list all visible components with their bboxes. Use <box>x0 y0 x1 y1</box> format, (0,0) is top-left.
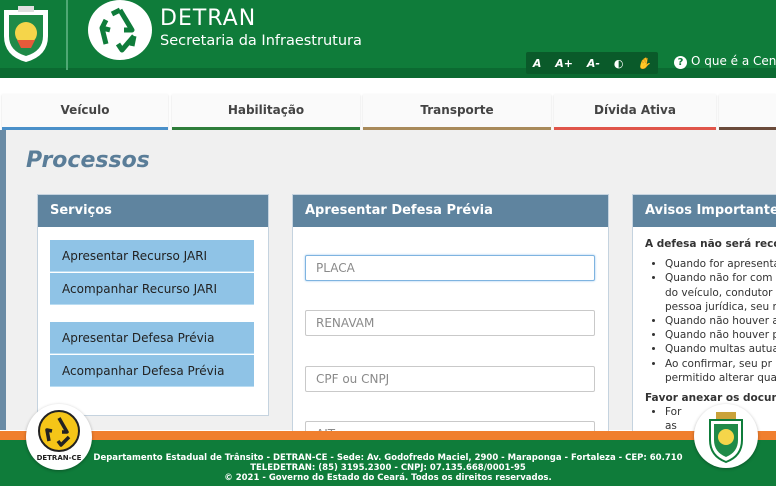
avisos-title: Avisos Importantes <box>633 195 776 227</box>
tab-label: Habilitação <box>227 103 305 117</box>
footer-logo-label: DETRAN-CE <box>37 454 82 462</box>
help-link-label: O que é a Centr <box>691 54 776 68</box>
servicos-title: Serviços <box>38 195 268 227</box>
main-content: Processos Serviços Apresentar Recurso JA… <box>0 130 776 447</box>
question-circle-icon: ? <box>674 56 687 69</box>
font-increase-icon[interactable]: A+ <box>555 57 573 70</box>
placa-input[interactable] <box>305 255 595 281</box>
renavam-input[interactable] <box>305 310 595 336</box>
avisos-list: Quando for apresenta Quando não for com … <box>645 257 776 385</box>
avisos-item: Ao confirmar, seu pr <box>665 357 776 371</box>
footer-accent-stripe <box>0 431 776 440</box>
avisos-item-cont: permitido alterar qual <box>665 371 776 384</box>
contrast-icon[interactable]: ◐ <box>614 57 624 70</box>
recycle-arrows-icon <box>99 7 137 53</box>
avisos-item: Quando não for com <box>665 271 776 285</box>
site-header: DETRAN Secretaria da Infraestrutura A A+… <box>0 0 776 78</box>
apresentar-recurso-jari-button[interactable]: Apresentar Recurso JARI <box>50 240 254 272</box>
avisos-item-cont: do veículo, condutor <box>665 286 773 299</box>
footer-contact: TELEDETRAN: (85) 3195.2300 - CNPJ: 07.13… <box>250 463 526 473</box>
tab-more[interactable] <box>719 94 776 130</box>
accessibility-toolbar: A A+ A- ◐ ✋ <box>526 52 658 74</box>
cpf-cnpj-input[interactable] <box>305 366 595 392</box>
avisos-item: Quando for apresenta <box>665 257 776 271</box>
avisos-item-cont: pessoa jurídica, seu re <box>665 300 776 313</box>
tab-habilitacao[interactable]: Habilitação <box>172 94 360 130</box>
tab-divida-ativa[interactable]: Dívida Ativa <box>554 94 716 130</box>
defesa-previa-title: Apresentar Defesa Prévia <box>293 195 608 227</box>
tab-label: Veículo <box>60 103 110 117</box>
font-decrease-icon[interactable]: A- <box>587 57 600 70</box>
acompanhar-recurso-jari-button[interactable]: Acompanhar Recurso JARI <box>50 273 254 305</box>
avisos-item: Quando multas autua <box>665 342 776 356</box>
brand-subtitle: Secretaria da Infraestrutura <box>160 33 362 49</box>
ceara-crest-icon <box>0 2 52 64</box>
content-left-border <box>0 130 6 430</box>
acompanhar-defesa-previa-button[interactable]: Acompanhar Defesa Prévia <box>50 355 254 387</box>
page-title: Processos <box>26 148 150 173</box>
sign-language-icon[interactable]: ✋ <box>637 57 651 70</box>
defesa-previa-form: Apresentar Defesa Prévia <box>292 194 609 447</box>
header-shade <box>0 68 776 78</box>
brand-title: DETRAN <box>160 6 257 31</box>
tab-veiculo[interactable]: Veículo <box>2 94 168 130</box>
detran-ce-footer-logo[interactable]: DETRAN-CE <box>26 404 92 470</box>
ceara-footer-crest[interactable] <box>694 404 758 468</box>
header-divider <box>66 0 68 70</box>
tab-label: Transporte <box>420 103 494 117</box>
servicos-panel: Serviços Apresentar Recurso JARI Acompan… <box>37 194 269 416</box>
avisos-panel: Avisos Importantes A defesa não será rec… <box>632 194 776 436</box>
tab-label: Dívida Ativa <box>594 103 676 117</box>
avisos-item: Quando não houver p <box>665 328 776 342</box>
help-link[interactable]: ? O que é a Centr <box>674 54 776 69</box>
site-footer: Departamento Estadual de Trânsito - DETR… <box>0 440 776 486</box>
tab-transporte[interactable]: Transporte <box>363 94 551 130</box>
category-tabs: Veículo Habilitação Transporte Dívida At… <box>0 94 776 130</box>
avisos-intro: A defesa não será reconhe <box>645 238 776 250</box>
ceara-crest-icon <box>709 412 743 464</box>
avisos-item: Quando não houver a <box>665 314 776 328</box>
detran-logo[interactable] <box>88 0 152 60</box>
footer-copyright: © 2021 - Governo do Estado do Ceará. Tod… <box>224 473 552 483</box>
apresentar-defesa-previa-button[interactable]: Apresentar Defesa Prévia <box>50 322 254 354</box>
font-normal-icon[interactable]: A <box>533 57 542 70</box>
footer-address: Departamento Estadual de Trânsito - DETR… <box>93 453 683 463</box>
recycle-badge-icon: DETRAN-CE <box>37 410 82 462</box>
